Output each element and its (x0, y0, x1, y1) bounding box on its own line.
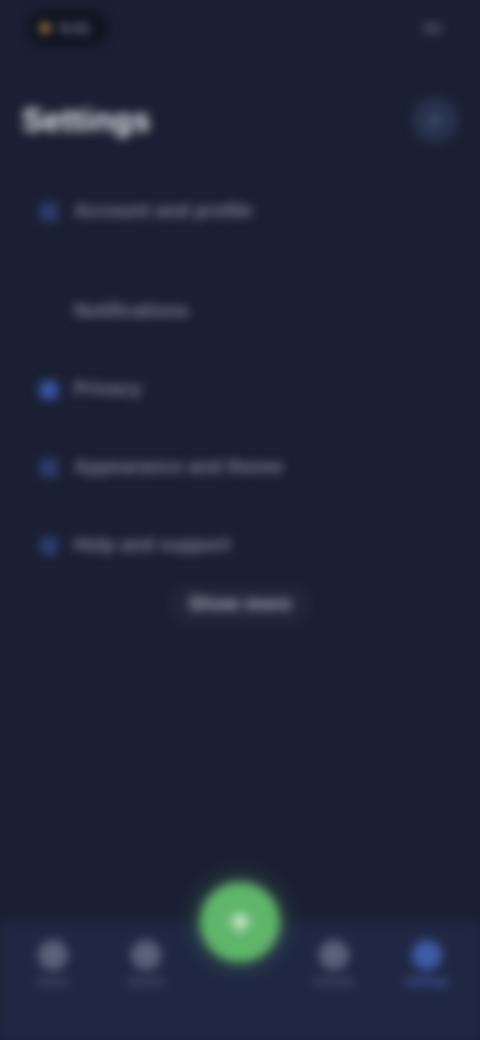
list-item-label: Appearance and theme (74, 457, 284, 478)
home-icon (37, 940, 68, 970)
network-indicator: 5G (423, 20, 442, 36)
activity-icon (318, 940, 349, 970)
list-item-notifications[interactable]: Notifications (40, 282, 456, 342)
nav-label: Home (37, 976, 69, 988)
palette-icon (40, 459, 58, 477)
search-icon: ⌕ (428, 106, 442, 133)
show-more-row: Show more (0, 586, 480, 624)
nav-item-activity[interactable]: Activity (294, 940, 374, 988)
list-item-label: Privacy (74, 379, 142, 400)
search-icon (131, 940, 162, 970)
status-time: 9:41 (60, 19, 91, 37)
list-item-label: Notifications (74, 301, 190, 322)
recording-indicator-icon (40, 23, 50, 33)
lock-icon (40, 381, 58, 399)
user-icon (40, 203, 58, 221)
nav-label: Search (128, 976, 165, 988)
list-item-label: Account and profile (74, 201, 253, 222)
show-more-button[interactable]: Show more (168, 586, 312, 624)
bell-icon (40, 303, 58, 321)
header: Settings ⌕ (22, 92, 458, 148)
nav-label: Settings (405, 976, 449, 988)
app-screen: 9:41 5G Settings ⌕ Account and profile N… (0, 0, 480, 1040)
gear-icon (412, 940, 443, 970)
search-button[interactable]: ⌕ (412, 97, 458, 143)
list-item-label: Help and support (74, 535, 231, 556)
nav-label: Activity (313, 976, 354, 988)
status-left: 9:41 (28, 10, 109, 46)
nav-item-home[interactable]: Home (13, 940, 93, 988)
status-bar: 9:41 5G (28, 10, 452, 46)
settings-list: Account and profile Notifications Privac… (40, 182, 456, 576)
nav-item-search[interactable]: Search (106, 940, 186, 988)
list-item-account[interactable]: Account and profile (40, 182, 456, 242)
list-item-appearance[interactable]: Appearance and theme (40, 438, 456, 498)
list-item-privacy[interactable]: Privacy (40, 360, 456, 420)
plus-icon: + (228, 899, 252, 944)
add-button[interactable]: + (200, 882, 280, 962)
nav-item-settings[interactable]: Settings (387, 940, 467, 988)
list-item-help[interactable]: Help and support (40, 516, 456, 576)
page-title: Settings (22, 101, 151, 138)
help-icon (40, 537, 58, 555)
